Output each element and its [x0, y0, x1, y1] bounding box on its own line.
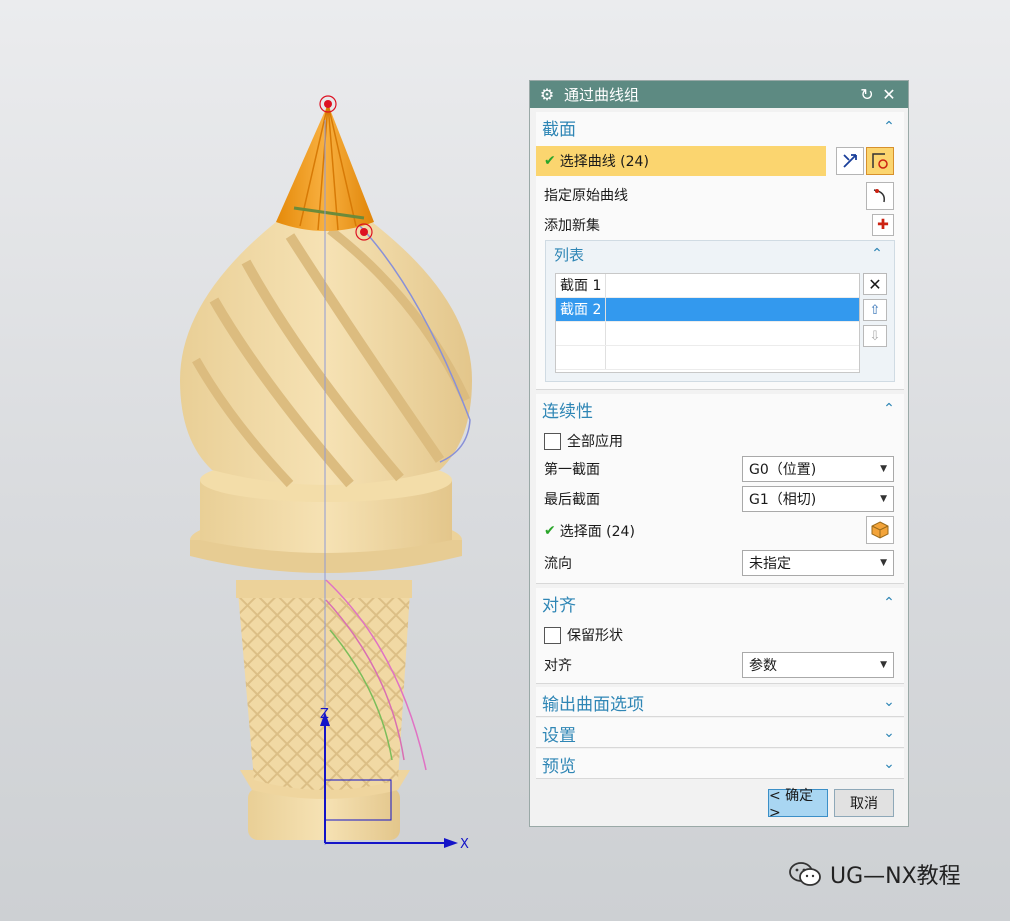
curve-select-icon	[872, 153, 888, 169]
through-curves-dialog: ⚙ 通过曲线组 ↻ ✕ 截面 ⌃ ✔ 选择曲线 (24) 指定原始曲线 添加新集	[529, 80, 909, 827]
section-output-title: 输出曲面选项	[542, 694, 644, 715]
arrow-down-icon: ⇩	[869, 328, 881, 344]
apply-all-checkbox[interactable]	[544, 432, 561, 450]
list-item[interactable]: 截面 1	[556, 274, 859, 298]
list-item-selected[interactable]: 截面 2	[556, 298, 859, 322]
add-new-set-button[interactable]: ✚	[872, 214, 894, 236]
chevron-down-icon[interactable]: ⌄	[880, 725, 898, 741]
specify-origin-row: 指定原始曲线	[536, 180, 904, 210]
section-preview-title: 预览	[542, 756, 576, 777]
dropdown-arrow-icon: ▼	[880, 494, 887, 504]
cancel-button[interactable]: 取消	[834, 789, 894, 817]
chevron-up-icon[interactable]: ⌃	[880, 595, 898, 611]
section-settings-title: 设置	[542, 725, 576, 746]
list-item[interactable]	[556, 322, 859, 346]
wechat-icon	[789, 862, 821, 886]
preserve-shape-checkbox[interactable]	[544, 626, 561, 644]
last-section-label: 最后截面	[544, 492, 600, 508]
check-icon: ✔	[544, 523, 556, 539]
add-new-set-row: 添加新集	[536, 210, 904, 240]
first-section-label: 第一截面	[544, 462, 600, 478]
list-item[interactable]	[556, 346, 859, 370]
watermark-text: UG—NX教程	[830, 864, 961, 889]
watermark: UG—NX教程	[788, 858, 961, 890]
dialog-title: 通过曲线组	[564, 86, 640, 104]
section-list-table: 截面 1 截面 2	[555, 273, 860, 373]
section-list-panel: 列表 ⌃ 截面 1 截面 2 ✕ ⇧ ⇩	[545, 240, 895, 382]
last-section-dropdown[interactable]: G1（相切) ▼	[742, 486, 894, 512]
add-new-set-label: 添加新集	[544, 218, 600, 234]
select-face-button[interactable]	[866, 516, 894, 544]
chevron-down-icon[interactable]: ⌄	[880, 694, 898, 710]
close-icon: ✕	[868, 274, 882, 294]
model-canvas[interactable]: Z X	[0, 0, 520, 921]
first-section-dropdown[interactable]: G0（位置) ▼	[742, 456, 894, 482]
select-face-label: 选择面 (24)	[559, 524, 635, 540]
select-curve-row[interactable]: ✔ 选择曲线 (24)	[536, 146, 826, 176]
ok-button[interactable]: < 确定 >	[768, 788, 828, 821]
check-icon: ✔	[544, 153, 556, 169]
reverse-direction-button[interactable]	[836, 147, 864, 175]
section-profile-title: 截面	[542, 119, 576, 140]
section-settings[interactable]: 设置 ⌄	[536, 718, 904, 748]
model-swirl-dome	[180, 222, 472, 488]
arrow-up-icon: ⇧	[869, 302, 881, 318]
alignment-dropdown[interactable]: 参数 ▼	[742, 652, 894, 678]
select-curve-label: 选择曲线 (24)	[559, 154, 649, 170]
section-alignment: 对齐 ⌃ 保留形状 对齐 参数 ▼	[536, 588, 904, 684]
remove-button[interactable]: ✕	[863, 273, 887, 295]
close-icon[interactable]: ✕	[878, 85, 900, 104]
chevron-up-icon[interactable]: ⌃	[868, 246, 886, 262]
preserve-shape-row[interactable]: 保留形状	[536, 620, 904, 650]
cube-icon	[871, 521, 889, 539]
flow-direction-dropdown[interactable]: 未指定 ▼	[742, 550, 894, 576]
add-icon: ✚	[877, 217, 889, 233]
list-title: 列表	[554, 245, 585, 264]
section-continuity-header[interactable]: 连续性 ⌃	[536, 394, 904, 424]
section-continuity: 连续性 ⌃ 全部应用 第一截面 G0（位置) ▼ 最后截面 G1（相切) ▼ ✔…	[536, 394, 904, 584]
specify-origin-label: 指定原始曲线	[544, 188, 628, 204]
preserve-shape-label: 保留形状	[567, 628, 623, 644]
specify-origin-button[interactable]	[866, 182, 894, 210]
section-output-options[interactable]: 输出曲面选项 ⌄	[536, 687, 904, 717]
section-profile: 截面 ⌃ ✔ 选择曲线 (24) 指定原始曲线 添加新集 ✚ 列表 ⌃ 截面 1…	[536, 112, 904, 390]
chevron-up-icon[interactable]: ⌃	[880, 119, 898, 135]
apply-all-label: 全部应用	[567, 434, 623, 450]
dropdown-arrow-icon: ▼	[880, 660, 887, 670]
chevron-up-icon[interactable]: ⌃	[880, 401, 898, 417]
dialog-titlebar[interactable]: ⚙ 通过曲线组 ↻ ✕	[530, 81, 908, 108]
x-axis-label: X	[460, 837, 469, 852]
chevron-down-icon[interactable]: ⌄	[880, 756, 898, 772]
flow-direction-label: 流向	[544, 556, 572, 572]
select-face-row[interactable]: ✔ 选择面 (24)	[536, 516, 904, 546]
z-axis-label: Z	[320, 707, 329, 722]
reset-icon[interactable]: ↻	[856, 85, 878, 104]
dropdown-arrow-icon: ▼	[880, 558, 887, 568]
section-continuity-title: 连续性	[542, 401, 593, 422]
reverse-direction-icon	[843, 154, 857, 168]
list-header[interactable]: 列表 ⌃	[546, 241, 894, 267]
section-alignment-header[interactable]: 对齐 ⌃	[536, 588, 904, 618]
origin-curve-icon	[873, 189, 886, 203]
alignment-label: 对齐	[544, 658, 572, 674]
gear-icon[interactable]: ⚙	[538, 85, 556, 104]
dropdown-arrow-icon: ▼	[880, 464, 887, 474]
move-up-button[interactable]: ⇧	[863, 299, 887, 321]
section-alignment-title: 对齐	[542, 595, 576, 616]
section-preview[interactable]: 预览 ⌄	[536, 749, 904, 779]
curve-rule-button[interactable]	[866, 147, 894, 175]
move-down-button[interactable]: ⇩	[863, 325, 887, 347]
section-profile-header[interactable]: 截面 ⌃	[536, 112, 904, 142]
apply-all-row[interactable]: 全部应用	[536, 426, 904, 456]
